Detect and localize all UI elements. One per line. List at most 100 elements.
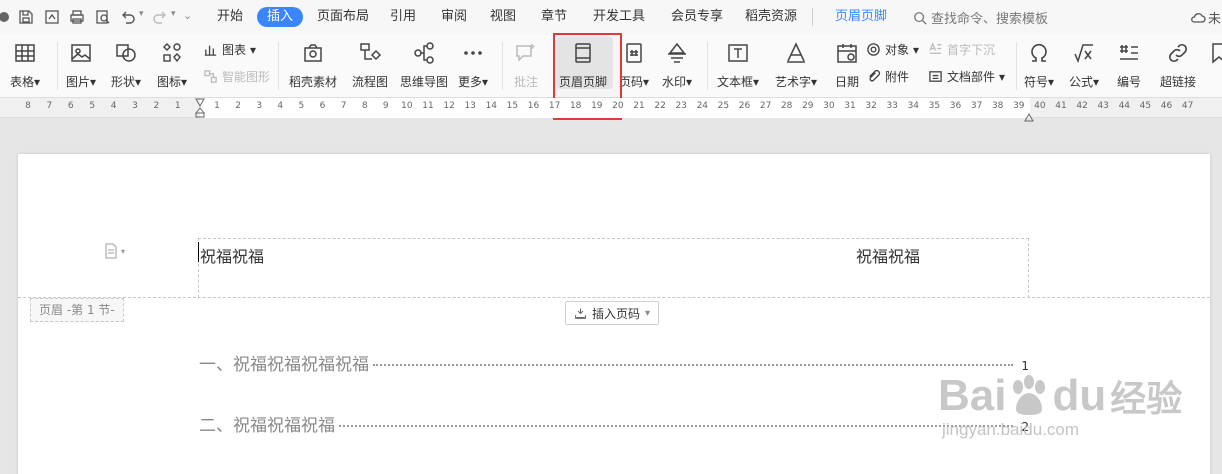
attachment-button[interactable]: 附件 [866, 68, 909, 85]
header-boundary-line [18, 297, 1210, 298]
save-icon[interactable] [16, 7, 36, 27]
mindmap-icon [409, 38, 439, 68]
page-number-button[interactable]: 页码▾ [619, 38, 649, 90]
ruler-tick-label: 29 [802, 101, 814, 111]
ruler-tick-label: 33 [886, 101, 898, 111]
ruler-tick-label: 2 [153, 101, 160, 111]
ruler-tick-label: 37 [970, 101, 983, 111]
textbox-button[interactable]: 文本框▾ [717, 38, 759, 90]
symbol-label: 符号▾ [1024, 75, 1055, 89]
smart-art-label: 智能图形 [222, 70, 271, 84]
object-icon [867, 43, 880, 56]
icon-button[interactable]: 图标▾ [157, 38, 187, 90]
comment-label: 批注 [513, 75, 538, 89]
ruler-tick-label: 26 [738, 101, 751, 111]
dropcap-icon [929, 42, 942, 54]
insert-page-number-button[interactable]: 插入页码 ▾ [565, 301, 660, 325]
ruler-tick-label: 6 [67, 101, 74, 111]
attachment-label: 附件 [885, 70, 910, 84]
print-preview-icon[interactable] [93, 7, 113, 27]
toc-entry-number: 二、 [199, 416, 233, 436]
document-page[interactable]: ▾ 祝福祝福 祝福祝福 页眉 -第 1 节- 插入页码 ▾ 一、 祝福祝福祝福祝… [18, 154, 1210, 474]
shape-button[interactable]: 形状▾ [111, 38, 141, 90]
toc-entry[interactable]: 二、 祝福祝福祝福 2 [199, 411, 1029, 436]
formula-icon [1069, 38, 1099, 68]
ruler-tick-label: 40 [1034, 101, 1046, 111]
smart-art-icon [204, 70, 217, 83]
ruler-tick-label: 31 [844, 101, 856, 111]
ruler-tick-label: 4 [110, 101, 117, 111]
table-button[interactable]: 表格▾ [10, 38, 40, 90]
symbol-button[interactable]: 符号▾ [1024, 38, 1054, 90]
shape-icon [111, 38, 141, 68]
tab-section[interactable]: 章节 [541, 8, 567, 26]
bookmark-button[interactable] [1204, 38, 1222, 68]
ribbon-separator [502, 42, 503, 90]
comment-icon [511, 38, 541, 68]
date-button[interactable]: 日期 [832, 38, 862, 90]
cloud-label: 未 [1208, 12, 1222, 27]
app-dot-icon[interactable] [0, 7, 16, 27]
wordart-button[interactable]: 艺术字▾ [775, 38, 817, 90]
chart-button[interactable]: 图表 ▾ [203, 41, 256, 58]
header-left-text[interactable]: 祝福祝福 [200, 243, 264, 267]
tab-view[interactable]: 视图 [490, 8, 516, 26]
ruler-tick-label: 21 [633, 101, 645, 111]
ruler-tick-label: 6 [319, 101, 326, 111]
export-pdf-icon[interactable] [42, 7, 62, 27]
tab-page-layout[interactable]: 页面布局 [317, 8, 369, 26]
dropcap-button[interactable]: 首字下沉 [928, 41, 995, 58]
ruler-tick-label: 5 [89, 101, 96, 111]
toc-entry-title: 祝福祝福祝福祝福 [233, 355, 369, 375]
ruler-tick-label: 30 [823, 101, 835, 111]
undo-dropdown-icon[interactable]: ▾ [139, 9, 144, 19]
numbering-button[interactable]: 编号 [1114, 38, 1144, 90]
hyperlink-button[interactable]: 超链接 [1160, 38, 1196, 90]
smart-art-button[interactable]: 智能图形 [203, 68, 270, 85]
tab-review[interactable]: 审阅 [441, 8, 467, 26]
customize-toolbar-icon[interactable]: ⌄ [183, 9, 192, 22]
docer-material-button[interactable]: 稻壳素材 [289, 38, 337, 90]
horizontal-ruler[interactable]: 8 7 6 5 4 3 2 1 1 2 3 4 5 6 7 8 9 10 11 12 13 14 15 16 17 18 19 20 2… [0, 98, 1222, 122]
picture-icon [66, 38, 96, 68]
tab-docer-resources[interactable]: 稻壳资源 [745, 8, 797, 26]
comment-button[interactable]: 批注 [511, 38, 541, 90]
ruler-tick-label: 42 [1076, 101, 1088, 111]
header-options-icon[interactable]: ▾ [104, 242, 134, 260]
more-button[interactable]: 更多▾ [458, 38, 488, 90]
header-section-tag: 页眉 -第 1 节- [30, 298, 124, 322]
tab-home[interactable]: 开始 [217, 8, 243, 26]
menu-bar: ▾ ▾ ⌄ 开始 插入 页面布局 引用 审阅 视图 章节 开发工具 会员专享 稻… [0, 0, 1222, 34]
tab-developer[interactable]: 开发工具 [593, 8, 645, 26]
watermark-button[interactable]: 水印▾ [662, 38, 692, 90]
link-icon [1163, 38, 1193, 68]
toc-entry[interactable]: 一、 祝福祝福祝福祝福 1 [199, 350, 1029, 375]
doc-parts-button[interactable]: 文档部件 ▾ [928, 68, 1005, 85]
ruler-tick-label: 24 [696, 101, 709, 111]
tab-references[interactable]: 引用 [390, 8, 416, 26]
picture-button[interactable]: 图片▾ [66, 38, 96, 90]
redo-dropdown-icon[interactable]: ▾ [171, 9, 176, 19]
ruler-tick-label: 3 [132, 101, 138, 111]
first-line-indent-marker[interactable] [194, 98, 206, 118]
dropcap-label: 首字下沉 [947, 43, 996, 57]
cloud-status[interactable]: 未 [1190, 8, 1221, 27]
tab-header-footer[interactable]: 页眉页脚 [835, 8, 887, 26]
paperclip-icon [869, 69, 881, 82]
command-search[interactable]: 查找命令、搜索模板 [913, 8, 1048, 27]
tab-insert[interactable]: 插入 [257, 7, 304, 27]
toc-entry-title: 祝福祝福祝福 [233, 416, 335, 436]
mindmap-button[interactable]: 思维导图 [400, 38, 448, 90]
tab-member[interactable]: 会员专享 [671, 8, 723, 26]
flowchart-button[interactable]: 流程图 [352, 38, 388, 90]
ribbon-separator [1016, 42, 1017, 90]
ruler-tick-label: 2 [235, 101, 241, 111]
menu-separator [812, 8, 813, 26]
header-right-text[interactable]: 祝福祝福 [856, 243, 920, 267]
ruler-tick-label: 43 [1097, 101, 1109, 111]
formula-button[interactable]: 公式▾ [1069, 38, 1099, 90]
undo-icon[interactable] [118, 7, 138, 27]
object-button[interactable]: 对象 ▾ [866, 41, 919, 58]
print-icon[interactable] [67, 7, 87, 27]
redo-icon[interactable] [150, 7, 170, 27]
